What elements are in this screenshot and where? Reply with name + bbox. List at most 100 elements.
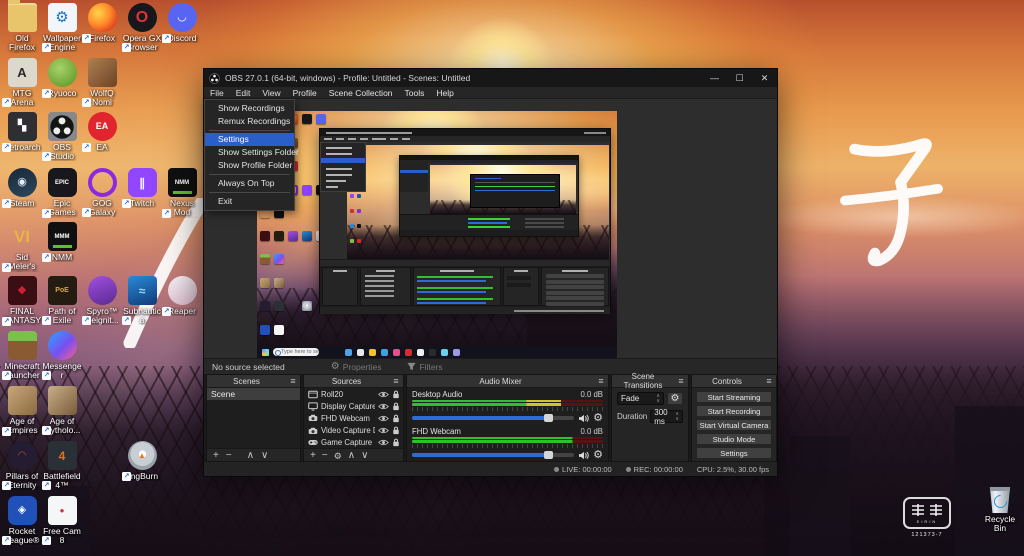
preview-display-capture[interactable]: Type here to search bbox=[257, 111, 617, 358]
close-button[interactable]: ✕ bbox=[752, 69, 777, 87]
desktop-icon-messenger[interactable]: ↗Messenger bbox=[42, 331, 82, 380]
start-recording-button[interactable]: Start Recording bbox=[696, 405, 772, 417]
sources-toolbar: + − ⚙ ∧ ∨ bbox=[304, 448, 403, 462]
settings-button[interactable]: Settings bbox=[696, 447, 772, 459]
channel-gear-icon[interactable]: ⚙ bbox=[593, 450, 603, 461]
studio-mode-button[interactable]: Studio Mode bbox=[696, 433, 772, 445]
source-item-video-capture-device[interactable]: Video Capture Device bbox=[304, 425, 403, 437]
desktop-icon-wallpaper-engine[interactable]: ⚙↗Wallpaper Engine bbox=[42, 3, 82, 52]
preview-mini-icon bbox=[274, 254, 284, 264]
desktop-icon-subnautica[interactable]: ≈↗Subnautica bbox=[122, 276, 162, 325]
lock-icon[interactable] bbox=[392, 438, 400, 447]
source-item-game-capture[interactable]: Game Capture bbox=[304, 437, 403, 448]
lock-icon[interactable] bbox=[392, 426, 400, 435]
controls-menu-icon[interactable]: ≡ bbox=[762, 376, 776, 386]
menu-edit[interactable]: Edit bbox=[230, 87, 257, 99]
slider-handle[interactable] bbox=[544, 414, 553, 422]
transition-gear-button[interactable]: ⚙ bbox=[667, 392, 683, 405]
visibility-eye-icon[interactable] bbox=[378, 427, 389, 434]
maximize-button[interactable]: ☐ bbox=[727, 69, 752, 87]
speaker-icon[interactable] bbox=[578, 414, 589, 423]
desktop-icon-rocket-league[interactable]: ◈↗Rocket League® bbox=[2, 496, 42, 545]
visibility-eye-icon[interactable] bbox=[378, 403, 389, 410]
file-menu-item-show-recordings[interactable]: Show Recordings bbox=[205, 102, 294, 115]
file-menu-item-settings[interactable]: Settings bbox=[205, 133, 294, 146]
pillars-of-eternity-icon: ◠ bbox=[8, 441, 37, 470]
desktop-icon-final-fantasy-x[interactable]: ◆↗FINAL FANTASY X... bbox=[2, 276, 42, 326]
file-menu-item-show-settings-folder[interactable]: Show Settings Folder bbox=[205, 146, 294, 159]
desktop-icon-obs-studio[interactable]: ↗OBS Studio bbox=[42, 112, 82, 161]
desktop-icon-imgburn[interactable]: ▲↗ImgBurn bbox=[122, 441, 162, 481]
file-menu-item-remux-recordings[interactable]: Remux Recordings bbox=[205, 115, 294, 128]
desktop-icon-wolfq-nomi[interactable]: ↗WolfQ Nomi bbox=[82, 58, 122, 107]
volume-slider[interactable] bbox=[412, 453, 574, 457]
duration-spinbox[interactable]: 300 ms ∧∨ bbox=[650, 410, 683, 423]
start-streaming-button[interactable]: Start Streaming bbox=[696, 391, 772, 403]
desktop-icon-recycle-bin[interactable]: Recycle Bin bbox=[978, 487, 1022, 533]
speaker-icon[interactable] bbox=[578, 451, 589, 460]
desktop-icon-ea[interactable]: EA↗EA bbox=[82, 112, 122, 152]
filters-button[interactable]: Filters bbox=[407, 362, 442, 372]
desktop-icon-path-of-exile[interactable]: PoE↗Path of Exile bbox=[42, 276, 82, 325]
transition-select[interactable]: Fade ∧∨ bbox=[617, 392, 664, 405]
desktop-icon-gog-galaxy[interactable]: ↗GOG Galaxy bbox=[82, 168, 122, 217]
visibility-eye-icon[interactable] bbox=[378, 391, 389, 398]
reaper-icon bbox=[168, 276, 197, 305]
desktop-icon-minecraft-launcher[interactable]: ↗Minecraft Launcher bbox=[2, 331, 42, 380]
desktop-icon-reaper[interactable]: ↗Reaper bbox=[162, 276, 202, 316]
mixer-menu-icon[interactable]: ≡ bbox=[594, 376, 608, 386]
desktop-icon-epic-games-launcher[interactable]: EPIC↗Epic Games Launcher bbox=[42, 168, 82, 218]
slider-handle[interactable] bbox=[544, 451, 553, 459]
scenes-menu-icon[interactable]: ≡ bbox=[286, 376, 300, 386]
desktop-icon-free-cam-8[interactable]: ●↗Free Cam 8 bbox=[42, 496, 82, 545]
desktop-icon-nmm[interactable]: MMM↗NMM bbox=[42, 222, 82, 262]
menu-file[interactable]: File bbox=[204, 87, 230, 99]
desktop-icon-pillars-of-eternity[interactable]: ◠↗Pillars of Eternity bbox=[2, 441, 42, 490]
visibility-eye-icon[interactable] bbox=[378, 439, 389, 446]
mtg-arena-icon: A bbox=[8, 58, 37, 87]
desktop-icon-sid-meier-s-civilization-vi[interactable]: VI↗Sid Meier's Civilization VI bbox=[2, 222, 42, 272]
desktop-icon-firefox[interactable]: ↗Firefox bbox=[82, 3, 122, 43]
scene-item-scene[interactable]: Scene bbox=[207, 388, 300, 400]
camera-source-icon bbox=[308, 414, 318, 422]
desktop-icon-battlefield-4[interactable]: 4↗Battlefield 4™ bbox=[42, 441, 82, 490]
desktop-icon-twitch[interactable]: ∥↗Twitch bbox=[122, 168, 162, 208]
desktop-icon-steam[interactable]: ◉↗Steam bbox=[2, 168, 42, 208]
transitions-menu-icon[interactable]: ≡ bbox=[674, 376, 688, 386]
start-virtual-camera-button[interactable]: Start Virtual Camera bbox=[696, 419, 772, 431]
desktop-icon-retroarch[interactable]: ▚↗Retroarch bbox=[2, 112, 42, 152]
sources-menu-icon[interactable]: ≡ bbox=[389, 376, 403, 386]
minimize-button[interactable]: — bbox=[702, 69, 727, 87]
mixer-title: Audio Mixer bbox=[407, 377, 594, 386]
file-menu-item-always-on-top[interactable]: Always On Top bbox=[205, 177, 294, 190]
controls-panel: Controls ≡ Start StreamingStart Recordin… bbox=[691, 374, 777, 463]
visibility-eye-icon[interactable] bbox=[378, 415, 389, 422]
file-menu-item-exit[interactable]: Exit bbox=[205, 195, 294, 208]
desktop-icon-age-of-mytholo[interactable]: ↗Age of Mytholo... bbox=[42, 386, 82, 435]
channel-gear-icon[interactable]: ⚙ bbox=[593, 413, 603, 424]
menu-profile[interactable]: Profile bbox=[287, 87, 323, 99]
desktop-icon-discord[interactable]: ◡↗Discord bbox=[162, 3, 202, 43]
lock-icon[interactable] bbox=[392, 390, 400, 399]
properties-button[interactable]: ⚙ Properties bbox=[331, 361, 382, 372]
desktop-icon-spyro-reignit[interactable]: ↗Spyro™ Reignit... bbox=[82, 276, 122, 325]
source-item-fhd-webcam[interactable]: FHD Webcam bbox=[304, 412, 403, 424]
opera-gx-browser-icon: O bbox=[128, 3, 157, 32]
source-item-display-capture[interactable]: Display Capture bbox=[304, 400, 403, 412]
menu-scene-collection[interactable]: Scene Collection bbox=[323, 87, 399, 99]
menu-view[interactable]: View bbox=[256, 87, 286, 99]
desktop-icon-nexus-mod-manager[interactable]: NMM↗Nexus Mod Manager bbox=[162, 168, 202, 218]
desktop-icon-mtg-arena[interactable]: A↗MTG Arena bbox=[2, 58, 42, 107]
volume-slider[interactable] bbox=[412, 416, 574, 420]
desktop-icon-age-of-empires[interactable]: ↗Age of Empires ... bbox=[2, 386, 42, 436]
menu-help[interactable]: Help bbox=[430, 87, 459, 99]
file-menu-item-show-profile-folder[interactable]: Show Profile Folder bbox=[205, 159, 294, 172]
desktop-icon-ryuoco[interactable]: ↗Ryuoco bbox=[42, 58, 82, 98]
sid-meier-s-civilization-vi-glyph: VI bbox=[14, 228, 30, 245]
lock-icon[interactable] bbox=[392, 402, 400, 411]
menu-tools[interactable]: Tools bbox=[399, 87, 431, 99]
lock-icon[interactable] bbox=[392, 414, 400, 423]
source-item-roll20[interactable]: Roll20 bbox=[304, 388, 403, 400]
desktop-icon-opera-gx-browser[interactable]: O↗Opera GX Browser bbox=[122, 3, 162, 52]
desktop-icon-old-firefox-data[interactable]: Old Firefox Data bbox=[2, 3, 42, 53]
